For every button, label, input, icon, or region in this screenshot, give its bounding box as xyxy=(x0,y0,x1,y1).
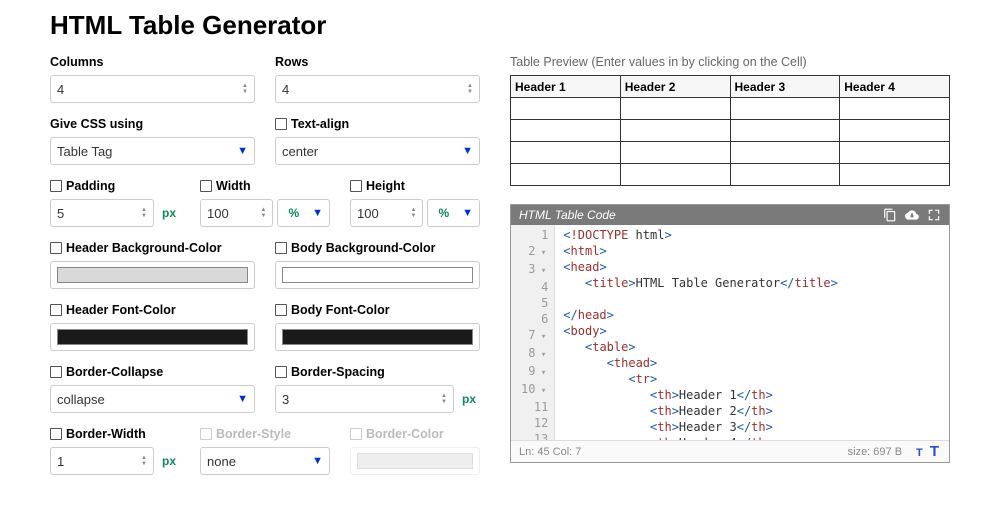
table-cell[interactable] xyxy=(511,98,621,120)
copy-icon[interactable] xyxy=(883,208,897,222)
border-spacing-unit: px xyxy=(458,392,480,406)
header-font-checkbox[interactable] xyxy=(50,304,62,316)
preview-title: Table Preview (Enter values in by clicki… xyxy=(510,55,950,69)
header-font-label: Header Font-Color xyxy=(66,303,176,317)
table-cell[interactable] xyxy=(840,142,950,164)
border-spacing-checkbox[interactable] xyxy=(275,366,287,378)
table-cell[interactable] xyxy=(620,164,730,186)
stepper-icon[interactable]: ▲▼ xyxy=(141,456,147,467)
table-header-cell[interactable]: Header 3 xyxy=(730,76,840,98)
padding-label: Padding xyxy=(66,179,115,193)
stepper-icon[interactable]: ▲▼ xyxy=(141,208,147,219)
table-preview[interactable]: Header 1Header 2Header 3Header 4 xyxy=(510,75,950,186)
page-title: HTML Table Generator xyxy=(50,10,950,41)
table-cell[interactable] xyxy=(840,98,950,120)
border-style-checkbox[interactable] xyxy=(200,428,212,440)
border-style-label: Border-Style xyxy=(216,427,291,441)
chevron-down-icon: ▼ xyxy=(456,145,473,157)
columns-input[interactable]: 4 ▲▼ xyxy=(50,75,255,103)
body-font-color[interactable] xyxy=(275,323,480,351)
width-checkbox[interactable] xyxy=(200,180,212,192)
stepper-icon[interactable]: ▲▼ xyxy=(242,84,248,95)
css-using-select[interactable]: Table Tag ▼ xyxy=(50,137,255,165)
width-label: Width xyxy=(216,179,251,193)
css-using-label: Give CSS using xyxy=(50,117,255,131)
padding-input[interactable]: 5 ▲▼ xyxy=(50,199,154,227)
text-align-checkbox[interactable] xyxy=(275,118,287,130)
body-bg-color[interactable] xyxy=(275,261,480,289)
table-cell[interactable] xyxy=(730,98,840,120)
height-label: Height xyxy=(366,179,405,193)
border-spacing-label: Border-Spacing xyxy=(291,365,385,379)
file-size: size: 697 B xyxy=(848,446,902,458)
code-title: HTML Table Code xyxy=(519,208,875,222)
border-collapse-label: Border-Collapse xyxy=(66,365,163,379)
cursor-position: Ln: 45 Col: 7 xyxy=(519,446,581,458)
text-align-label: Text-align xyxy=(291,117,349,131)
code-gutter: 12 ▾3 ▾4567 ▾8 ▾9 ▾10 ▾1112131415 ▾ xyxy=(511,225,555,440)
header-bg-label: Header Background-Color xyxy=(66,241,222,255)
table-header-cell[interactable]: Header 2 xyxy=(620,76,730,98)
border-collapse-select[interactable]: collapse ▼ xyxy=(50,385,255,413)
border-width-label: Border-Width xyxy=(66,427,146,441)
table-cell[interactable] xyxy=(620,142,730,164)
border-color-input[interactable] xyxy=(350,447,480,475)
body-font-label: Body Font-Color xyxy=(291,303,390,317)
chevron-down-icon: ▼ xyxy=(231,393,248,405)
table-cell[interactable] xyxy=(840,120,950,142)
table-cell[interactable] xyxy=(620,120,730,142)
body-bg-label: Body Background-Color xyxy=(291,241,435,255)
table-cell[interactable] xyxy=(730,142,840,164)
border-collapse-checkbox[interactable] xyxy=(50,366,62,378)
height-unit-select[interactable]: % ▼ xyxy=(427,199,480,227)
expand-icon[interactable] xyxy=(927,208,941,222)
stepper-icon[interactable]: ▲▼ xyxy=(260,208,266,219)
header-font-color[interactable] xyxy=(50,323,255,351)
download-icon[interactable] xyxy=(905,208,919,222)
padding-checkbox[interactable] xyxy=(50,180,62,192)
border-style-select[interactable]: none ▼ xyxy=(200,447,330,475)
border-width-unit: px xyxy=(158,454,180,468)
table-cell[interactable] xyxy=(511,142,621,164)
padding-unit: px xyxy=(158,206,180,220)
rows-label: Rows xyxy=(275,55,480,69)
table-cell[interactable] xyxy=(620,98,730,120)
height-input[interactable]: 100 ▲▼ xyxy=(350,199,423,227)
border-width-checkbox[interactable] xyxy=(50,428,62,440)
table-header-cell[interactable]: Header 1 xyxy=(511,76,621,98)
stepper-icon[interactable]: ▲▼ xyxy=(467,84,473,95)
chevron-down-icon: ▼ xyxy=(456,207,473,219)
table-cell[interactable] xyxy=(511,164,621,186)
columns-label: Columns xyxy=(50,55,255,69)
header-bg-checkbox[interactable] xyxy=(50,242,62,254)
table-cell[interactable] xyxy=(730,120,840,142)
body-bg-checkbox[interactable] xyxy=(275,242,287,254)
width-unit-select[interactable]: % ▼ xyxy=(277,199,330,227)
header-bg-color[interactable] xyxy=(50,261,255,289)
height-checkbox[interactable] xyxy=(350,180,362,192)
stepper-icon[interactable]: ▲▼ xyxy=(441,394,447,405)
table-cell[interactable] xyxy=(511,120,621,142)
stepper-icon[interactable]: ▲▼ xyxy=(410,208,416,219)
border-width-input[interactable]: 1 ▲▼ xyxy=(50,447,154,475)
border-color-label: Border-Color xyxy=(366,427,444,441)
chevron-down-icon: ▼ xyxy=(306,207,323,219)
width-input[interactable]: 100 ▲▼ xyxy=(200,199,273,227)
table-cell[interactable] xyxy=(840,164,950,186)
table-header-cell[interactable]: Header 4 xyxy=(840,76,950,98)
chevron-down-icon: ▼ xyxy=(231,145,248,157)
body-font-checkbox[interactable] xyxy=(275,304,287,316)
text-align-select[interactable]: center ▼ xyxy=(275,137,480,165)
border-color-checkbox[interactable] xyxy=(350,428,362,440)
code-panel: HTML Table Code 12 ▾3 ▾4567 ▾8 ▾9 ▾10 ▾1… xyxy=(510,204,950,463)
preview-hint: (Enter values in by clicking on the Cell… xyxy=(591,55,806,69)
chevron-down-icon: ▼ xyxy=(306,455,323,467)
rows-input[interactable]: 4 ▲▼ xyxy=(275,75,480,103)
controls-panel: Columns 4 ▲▼ Rows 4 ▲▼ Give CSS using T xyxy=(50,55,480,479)
text-size-toggle[interactable]: T T xyxy=(916,443,941,460)
table-cell[interactable] xyxy=(730,164,840,186)
code-editor[interactable]: <!DOCTYPE html><html><head> <title>HTML … xyxy=(555,225,846,440)
border-spacing-input[interactable]: 3 ▲▼ xyxy=(275,385,454,413)
